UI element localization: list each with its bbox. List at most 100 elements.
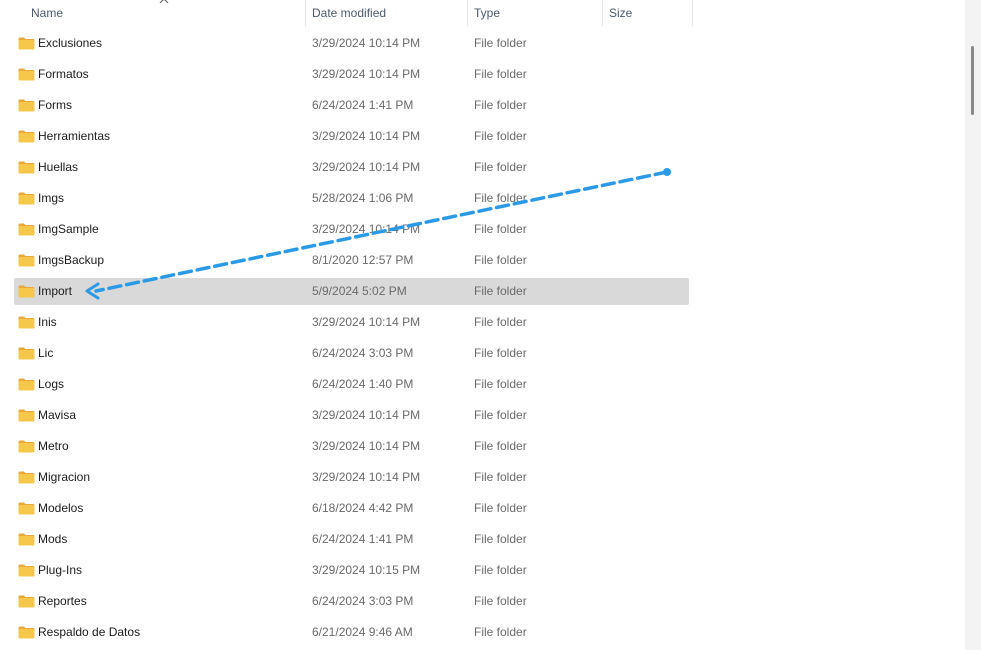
file-row[interactable]: Exclusiones 3/29/2024 10:14 PM File folder (14, 30, 689, 57)
file-name: Reportes (38, 594, 87, 608)
file-date-modified: 5/9/2024 5:02 PM (312, 284, 407, 298)
file-name: Modelos (38, 501, 84, 515)
file-date-modified: 6/24/2024 1:41 PM (312, 532, 414, 546)
chevron-up-icon (159, 0, 169, 4)
file-type: File folder (474, 36, 527, 50)
file-date-modified: 3/29/2024 10:14 PM (312, 315, 421, 329)
file-type: File folder (474, 439, 527, 453)
column-divider[interactable] (305, 0, 306, 26)
file-name: ImgsBackup (38, 253, 105, 267)
file-date-modified: 6/24/2024 1:40 PM (312, 377, 414, 391)
file-row[interactable]: Logs 6/24/2024 1:40 PM File folder (14, 371, 689, 398)
file-row[interactable]: Modelos 6/18/2024 4:42 PM File folder (14, 495, 689, 522)
file-type: File folder (474, 594, 527, 608)
file-date-modified: 3/29/2024 10:14 PM (312, 222, 421, 236)
file-name: Formatos (38, 67, 89, 81)
file-type: File folder (474, 191, 527, 205)
file-type: File folder (474, 408, 527, 422)
file-row[interactable]: Plug-Ins 3/29/2024 10:15 PM File folder (14, 557, 689, 584)
file-row[interactable]: Mods 6/24/2024 1:41 PM File folder (14, 526, 689, 553)
folder-icon (18, 161, 35, 174)
file-row[interactable]: Migracion 3/29/2024 10:14 PM File folder (14, 464, 689, 491)
file-type: File folder (474, 98, 527, 112)
folder-icon (18, 409, 35, 422)
column-header-size[interactable]: Size (609, 0, 632, 26)
file-date-modified: 3/29/2024 10:14 PM (312, 129, 421, 143)
file-date-modified: 3/29/2024 10:14 PM (312, 67, 421, 81)
file-type: File folder (474, 67, 527, 81)
file-date-modified: 6/24/2024 1:41 PM (312, 98, 414, 112)
file-name: Logs (38, 377, 65, 391)
file-row[interactable]: ImgsBackup 8/1/2020 12:57 PM File folder (14, 247, 689, 274)
file-name: Plug-Ins (38, 563, 83, 577)
file-type: File folder (474, 625, 527, 639)
file-date-modified: 6/24/2024 3:03 PM (312, 346, 414, 360)
file-date-modified: 3/29/2024 10:14 PM (312, 160, 421, 174)
file-type: File folder (474, 222, 527, 236)
file-name: Herramientas (38, 129, 111, 143)
file-row[interactable]: Inis 3/29/2024 10:14 PM File folder (14, 309, 689, 336)
folder-icon (18, 502, 35, 515)
column-divider[interactable] (602, 0, 603, 26)
file-row[interactable]: Forms 6/24/2024 1:41 PM File folder (14, 92, 689, 119)
column-header-type[interactable]: Type (474, 0, 500, 26)
file-type: File folder (474, 501, 527, 515)
folder-icon (18, 564, 35, 577)
file-row[interactable]: Formatos 3/29/2024 10:14 PM File folder (14, 61, 689, 88)
file-name: Import (38, 284, 73, 298)
file-row[interactable]: Reportes 6/24/2024 3:03 PM File folder (14, 588, 689, 615)
folder-icon (18, 595, 35, 608)
file-row[interactable]: Herramientas 3/29/2024 10:14 PM File folde… (14, 123, 689, 150)
file-name: Mods (38, 532, 68, 546)
file-name: Forms (38, 98, 72, 112)
file-date-modified: 6/21/2024 9:46 AM (312, 625, 413, 639)
file-date-modified: 3/29/2024 10:14 PM (312, 470, 421, 484)
file-row[interactable]: Imgs 5/28/2024 1:06 PM File folder (14, 185, 689, 212)
folder-icon (18, 68, 35, 81)
file-date-modified: 3/29/2024 10:14 PM (312, 439, 421, 453)
file-name: Imgs (38, 191, 65, 205)
folder-icon (18, 316, 35, 329)
file-name: Respaldo de Datos (38, 625, 141, 639)
file-date-modified: 5/28/2024 1:06 PM (312, 191, 414, 205)
column-header-name[interactable]: Name (31, 0, 63, 26)
folder-icon (18, 533, 35, 546)
folder-icon (18, 254, 35, 267)
file-date-modified: 8/1/2020 12:57 PM (312, 253, 414, 267)
file-type: File folder (474, 315, 527, 329)
file-type: File folder (474, 346, 527, 360)
file-row[interactable]: Metro 3/29/2024 10:14 PM File folder (14, 433, 689, 460)
folder-icon (18, 130, 35, 143)
file-type: File folder (474, 129, 527, 143)
folder-icon (18, 192, 35, 205)
folder-icon (18, 285, 35, 298)
file-date-modified: 3/29/2024 10:14 PM (312, 408, 421, 422)
file-type: File folder (474, 284, 527, 298)
folder-icon (18, 378, 35, 391)
folder-icon (18, 347, 35, 360)
file-name: Migracion (38, 470, 91, 484)
file-name: Huellas (38, 160, 79, 174)
file-name: Inis (38, 315, 57, 329)
folder-icon (18, 99, 35, 112)
file-name: Mavisa (38, 408, 77, 422)
file-date-modified: 3/29/2024 10:14 PM (312, 36, 421, 50)
file-type: File folder (474, 160, 527, 174)
file-name: Exclusiones (38, 36, 103, 50)
file-row[interactable]: Import 5/9/2024 5:02 PM File folder (14, 278, 689, 305)
file-row[interactable]: Huellas 3/29/2024 10:14 PM File folder (14, 154, 689, 181)
scrollbar-thumb[interactable] (971, 46, 974, 115)
file-row[interactable]: Mavisa 3/29/2024 10:14 PM File folder (14, 402, 689, 429)
column-divider[interactable] (692, 0, 693, 26)
file-type: File folder (474, 563, 527, 577)
file-type: File folder (474, 532, 527, 546)
file-row[interactable]: Respaldo de Datos 6/21/2024 9:46 AM File f… (14, 619, 689, 646)
file-name: Lic (38, 346, 54, 360)
vertical-scrollbar[interactable] (965, 0, 981, 650)
file-date-modified: 3/29/2024 10:15 PM (312, 563, 421, 577)
column-header-date-modified[interactable]: Date modified (312, 0, 386, 26)
column-divider[interactable] (467, 0, 468, 26)
file-row[interactable]: Lic 6/24/2024 3:03 PM File folder (14, 340, 689, 367)
file-row[interactable]: ImgSample 3/29/2024 10:14 PM File folder (14, 216, 689, 243)
folder-icon (18, 440, 35, 453)
